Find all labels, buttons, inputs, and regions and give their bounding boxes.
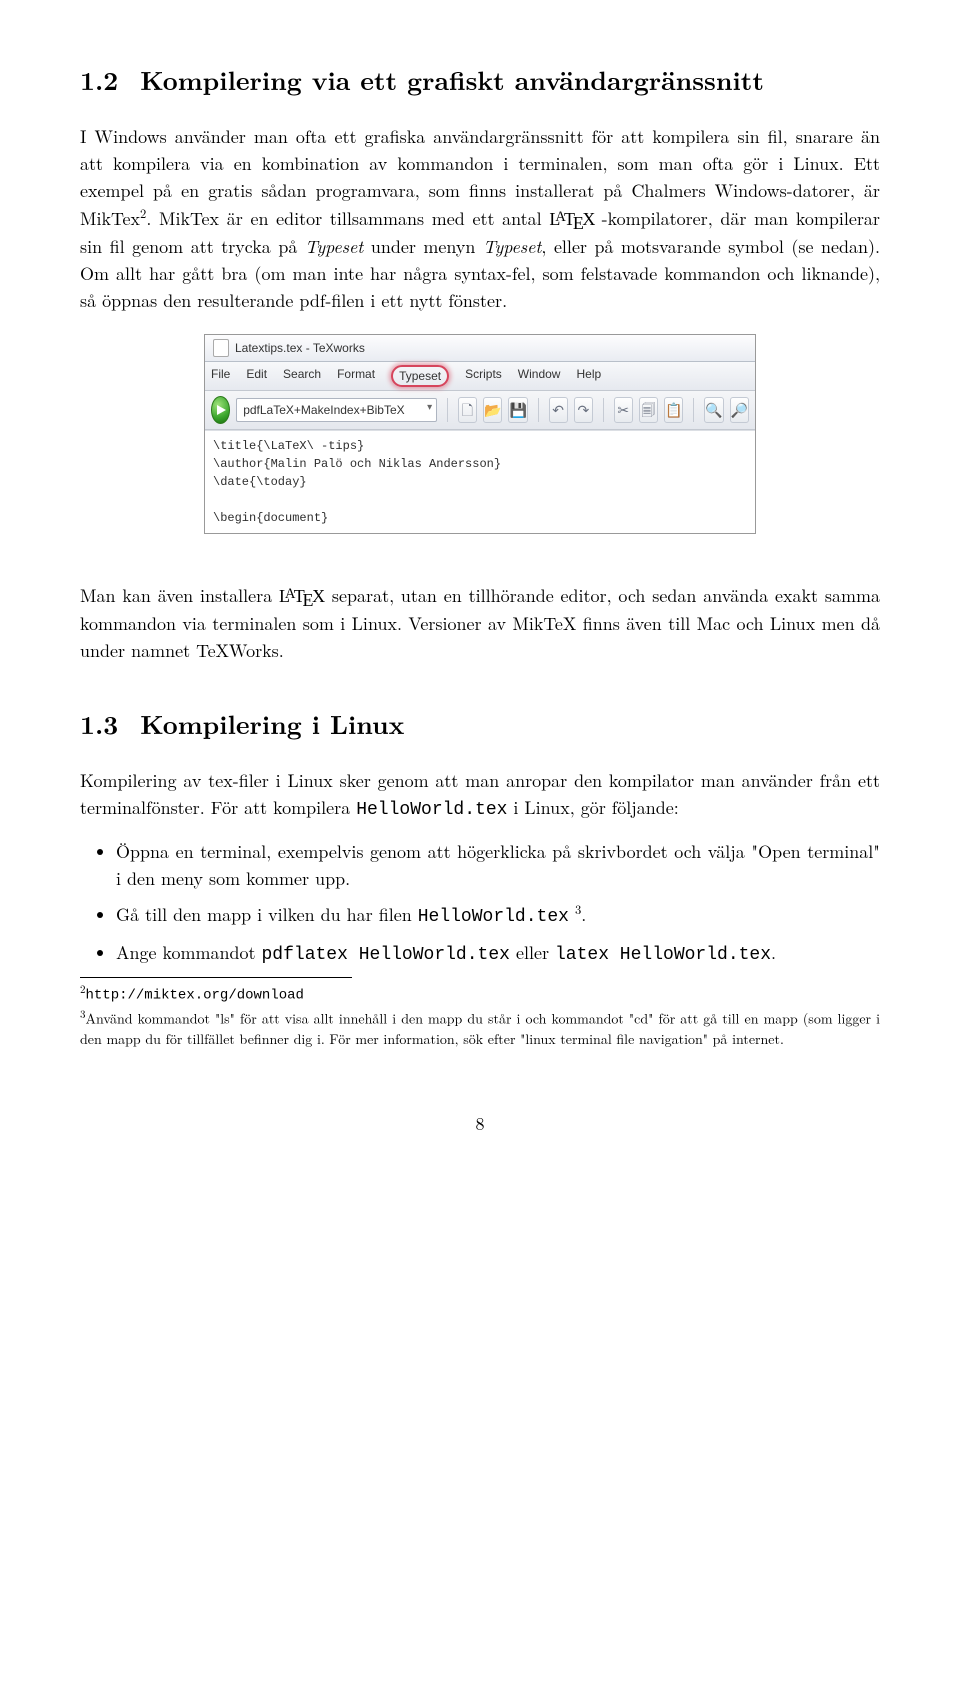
section-1-2-heading: 1.2 Kompilering via ett grafiskt användar… [80,60,880,99]
code-pdflatex: pdflatex HelloWorld.tex [262,945,510,965]
section-title: Kompilering via ett grafiskt användargrä… [140,61,764,98]
save-document-icon[interactable]: 💾 [508,397,527,423]
search-icon[interactable]: 🔍 [704,397,723,423]
menu-format[interactable]: Format [337,365,375,387]
list-item: Öppna en terminal, exempelvis genom att … [116,838,880,892]
typeset-emph-2: Typeset [483,234,541,259]
toolbar-separator [693,398,694,422]
code-helloworld: HelloWorld.tex [356,800,507,820]
menu-edit[interactable]: Edit [246,365,267,387]
typeset-emph-1: Typeset [305,234,363,259]
typeset-play-button[interactable] [211,396,230,424]
section-1-3-paragraph-1: Kompilering av tex-filer i Linux sker ge… [80,767,880,824]
undo-icon[interactable]: ↶ [549,397,568,423]
section-1-2-paragraph-1: I Windows använder man ofta ett grafiska… [80,123,880,314]
section-1-3-heading: 1.3 Kompilering i Linux [80,704,880,743]
section-1-2-paragraph-2: Man kan även installera LATEX separat, u… [80,582,880,664]
footnote-2: 2http://miktex.org/download [80,982,880,1007]
section-number: 1.2 [80,61,118,98]
toolbar-separator [447,398,448,422]
paste-icon[interactable]: 📋 [664,397,683,423]
section-title: Kompilering i Linux [140,705,404,742]
section-number: 1.3 [80,705,118,742]
list-item: Gå till den mapp i vilken du har filen H… [116,900,880,931]
open-document-icon[interactable]: 📂 [483,397,502,423]
new-document-icon[interactable]: 🗋 [458,397,477,423]
menu-help[interactable]: Help [576,365,601,387]
redo-icon[interactable]: ↷ [574,397,593,423]
texworks-screenshot: Latextips.tex - TeXworks File Edit Searc… [204,334,756,534]
page-number: 8 [80,1110,880,1137]
toolbar-separator [603,398,604,422]
code-helloworld: HelloWorld.tex [418,907,569,927]
menu-file[interactable]: File [211,365,230,387]
window-titlebar: Latextips.tex - TeXworks [205,335,755,362]
copy-icon[interactable]: 🗐 [639,397,658,423]
window-title: Latextips.tex - TeXworks [235,339,365,357]
latex-logo: LATEX [549,209,601,229]
toolbar: pdfLaTeX+MakeIndex+BibTeX 🗋 📂 💾 ↶ ↷ ✂ 🗐 … [205,391,755,430]
menu-scripts[interactable]: Scripts [465,365,502,387]
instruction-list: Öppna en terminal, exempelvis genom att … [80,838,880,969]
menu-search[interactable]: Search [283,365,321,387]
replace-icon[interactable]: 🔎 [730,397,749,423]
engine-combobox[interactable]: pdfLaTeX+MakeIndex+BibTeX [236,398,437,422]
document-icon [213,339,229,357]
menubar: File Edit Search Format Typeset Scripts … [205,362,755,391]
menu-window[interactable]: Window [518,365,561,387]
latex-logo: LATEX [279,586,325,606]
footnotes: 2http://miktex.org/download 3Använd komm… [80,982,880,1050]
cut-icon[interactable]: ✂ [614,397,633,423]
list-item: Ange kommandot pdflatex HelloWorld.tex e… [116,939,880,969]
menu-typeset-highlighted[interactable]: Typeset [391,365,449,387]
editor-content[interactable]: \title{\LaTeX\ -tips} \author{Malin Palö… [205,430,755,533]
footnote-3: 3Använd kommandot "ls" för att visa allt… [80,1007,880,1051]
toolbar-separator [538,398,539,422]
code-latex: latex HelloWorld.tex [555,945,771,965]
